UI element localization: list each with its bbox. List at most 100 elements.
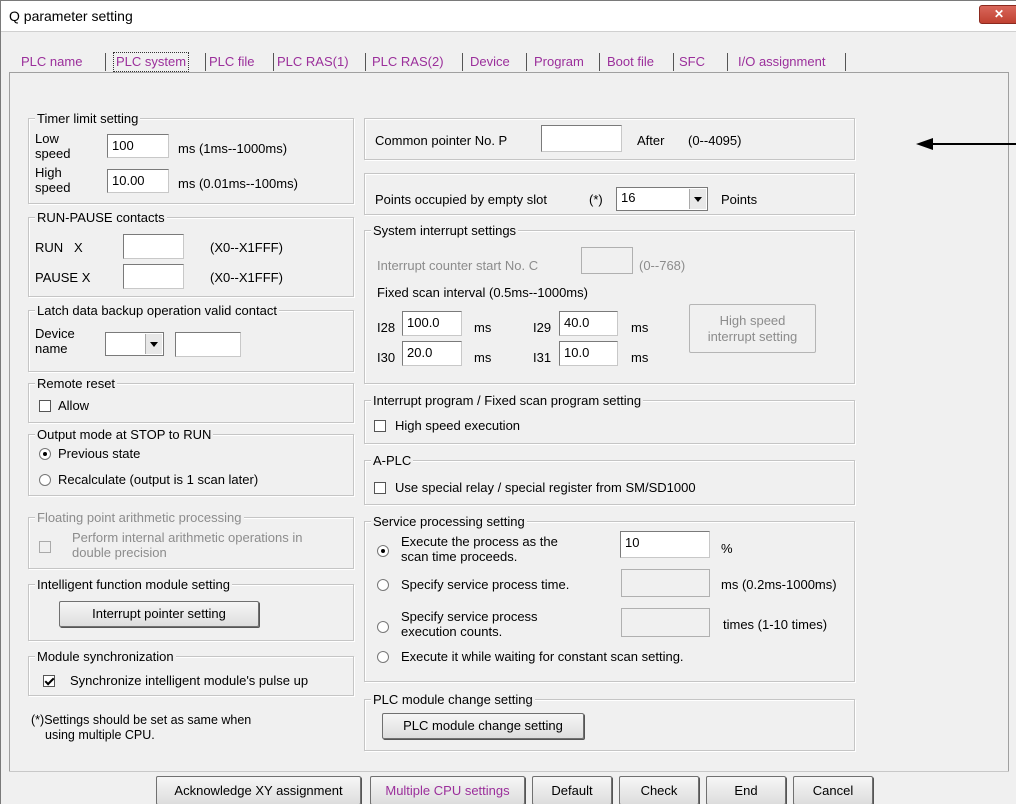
specify-execution-counts-label: Specify service process execution counts.: [401, 609, 538, 639]
after-label: After: [637, 133, 665, 148]
i30-unit: ms: [474, 350, 492, 365]
tab-separator: [845, 53, 846, 71]
tab-plc-system[interactable]: PLC system: [113, 52, 190, 72]
default-button[interactable]: Default: [532, 776, 612, 804]
group-title: RUN-PAUSE contacts: [35, 210, 167, 225]
group-title: Intelligent function module setting: [35, 577, 232, 592]
device-number-input[interactable]: [175, 332, 241, 357]
acknowledge-xy-assignment-button[interactable]: Acknowledge XY assignment: [156, 776, 361, 804]
i31-label: I31: [533, 350, 552, 365]
window-title: Q parameter setting: [9, 8, 133, 24]
i28-label: I28: [377, 320, 396, 335]
arrow-head-icon: [916, 138, 933, 150]
group-title: Service processing setting: [371, 514, 527, 529]
synchronize-checkbox[interactable]: [43, 675, 55, 687]
interrupt-counter-input[interactable]: [581, 247, 633, 274]
multiple-cpu-marker: (*): [589, 192, 603, 207]
i29-input[interactable]: 40.0: [559, 311, 618, 336]
percent-unit: %: [721, 541, 733, 556]
execution-count-input[interactable]: [621, 608, 710, 637]
points-unit: Points: [721, 192, 758, 207]
low-speed-input[interactable]: 100: [107, 134, 169, 158]
tab-separator: [273, 53, 274, 71]
run-contact-input[interactable]: [123, 234, 184, 259]
chevron-down-icon[interactable]: [689, 189, 706, 209]
specify-execution-counts-radio[interactable]: [377, 621, 389, 633]
empty-slot-label: Points occupied by empty slot: [375, 192, 547, 207]
common-pointer-group: Common pointer No. P After (0--4095): [364, 118, 855, 160]
group-title: Output mode at STOP to RUN: [35, 427, 214, 442]
previous-state-label: Previous state: [58, 446, 141, 461]
allow-checkbox[interactable]: [39, 400, 51, 412]
group-title: Latch data backup operation valid contac…: [35, 303, 279, 318]
i30-input[interactable]: 20.0: [402, 341, 462, 366]
fixed-scan-interval-label: Fixed scan interval (0.5ms--1000ms): [377, 285, 588, 300]
tab-separator: [205, 53, 206, 71]
high-speed-input[interactable]: 10.00: [107, 169, 169, 193]
intelligent-function-group: Intelligent function module setting Inte…: [28, 577, 354, 641]
run-range: (X0--X1FFF): [210, 240, 283, 255]
close-button[interactable]: ✕: [979, 5, 1016, 24]
tab-boot-file[interactable]: Boot file: [607, 51, 654, 73]
high-speed-execution-checkbox[interactable]: [374, 420, 386, 432]
multiple-cpu-note: (*)Settings should be set as same when us…: [31, 713, 252, 742]
check-button[interactable]: Check: [619, 776, 699, 804]
low-speed-label: Low speed: [35, 131, 71, 161]
recalculate-radio[interactable]: [39, 474, 51, 486]
execute-as-scan-proceeds-radio[interactable]: [377, 545, 389, 557]
service-time-unit: ms (0.2ms-1000ms): [721, 577, 837, 592]
tab-sfc[interactable]: SFC: [679, 51, 705, 73]
synchronize-label: Synchronize intelligent module's pulse u…: [70, 673, 309, 688]
tab-device[interactable]: Device: [470, 51, 510, 73]
tab-plc-ras2[interactable]: PLC RAS(2): [372, 51, 444, 73]
i31-input[interactable]: 10.0: [559, 341, 618, 366]
specify-process-time-label: Specify service process time.: [401, 577, 570, 592]
cancel-button[interactable]: Cancel: [793, 776, 873, 804]
i28-input[interactable]: 100.0: [402, 311, 462, 336]
constant-scan-label: Execute it while waiting for constant sc…: [401, 649, 684, 664]
empty-slot-points-select[interactable]: 16: [616, 187, 708, 211]
pause-range: (X0--X1FFF): [210, 270, 283, 285]
run-pause-group: RUN-PAUSE contacts RUN X (X0--X1FFF) PAU…: [28, 210, 354, 297]
system-interrupt-group: System interrupt settings Interrupt coun…: [364, 223, 855, 384]
service-percent-input[interactable]: 10: [620, 531, 710, 558]
common-pointer-input[interactable]: [541, 125, 622, 152]
common-pointer-range: (0--4095): [688, 133, 742, 148]
empty-slot-group: Points occupied by empty slot (*) 16 Poi…: [364, 173, 855, 215]
specify-process-time-radio[interactable]: [377, 579, 389, 591]
title-bar: Q parameter setting ✕: [1, 1, 1016, 32]
group-title: Timer limit setting: [35, 111, 141, 126]
service-processing-group: Service processing setting Execute the p…: [364, 514, 855, 682]
chevron-down-icon[interactable]: [145, 334, 162, 354]
tab-program[interactable]: Program: [534, 51, 584, 73]
constant-scan-radio[interactable]: [377, 651, 389, 663]
group-title: Module synchronization: [35, 649, 176, 664]
execute-as-scan-proceeds-label: Execute the process as the scan time proc…: [401, 534, 558, 564]
group-title: Floating point arithmetic processing: [35, 510, 244, 525]
execution-count-unit: times (1-10 times): [723, 617, 828, 632]
interrupt-pointer-setting-button[interactable]: Interrupt pointer setting: [59, 601, 259, 627]
device-type-select[interactable]: [105, 332, 164, 356]
plc-module-change-setting-button[interactable]: PLC module change setting: [382, 713, 584, 739]
tab-plc-ras1[interactable]: PLC RAS(1): [277, 51, 349, 73]
tab-plc-file[interactable]: PLC file: [209, 51, 255, 73]
special-relay-checkbox[interactable]: [374, 482, 386, 494]
module-change-group: PLC module change setting PLC module cha…: [364, 692, 855, 751]
service-time-input[interactable]: [621, 569, 710, 597]
group-title: Remote reset: [35, 376, 118, 391]
tab-io-assignment[interactable]: I/O assignment: [738, 51, 825, 73]
timer-limit-group: Timer limit setting Low speed 100 ms (1ms…: [28, 111, 354, 204]
end-button[interactable]: End: [706, 776, 786, 804]
tab-separator: [673, 53, 674, 71]
high-speed-interrupt-setting-button[interactable]: High speed interrupt setting: [689, 304, 816, 353]
parameter-window: Q parameter setting ✕ PLC name PLC syste…: [0, 0, 1016, 804]
interrupt-counter-label: Interrupt counter start No. C: [377, 258, 539, 273]
run-label: RUN X: [35, 240, 83, 255]
multiple-cpu-settings-button[interactable]: Multiple CPU settings: [370, 776, 525, 804]
arrow-annotation: [916, 138, 1016, 150]
tab-plc-name[interactable]: PLC name: [21, 51, 82, 73]
double-precision-checkbox[interactable]: [39, 541, 51, 553]
pause-contact-input[interactable]: [123, 264, 184, 289]
output-mode-group: Output mode at STOP to RUN Previous stat…: [28, 427, 354, 496]
previous-state-radio[interactable]: [39, 448, 51, 460]
